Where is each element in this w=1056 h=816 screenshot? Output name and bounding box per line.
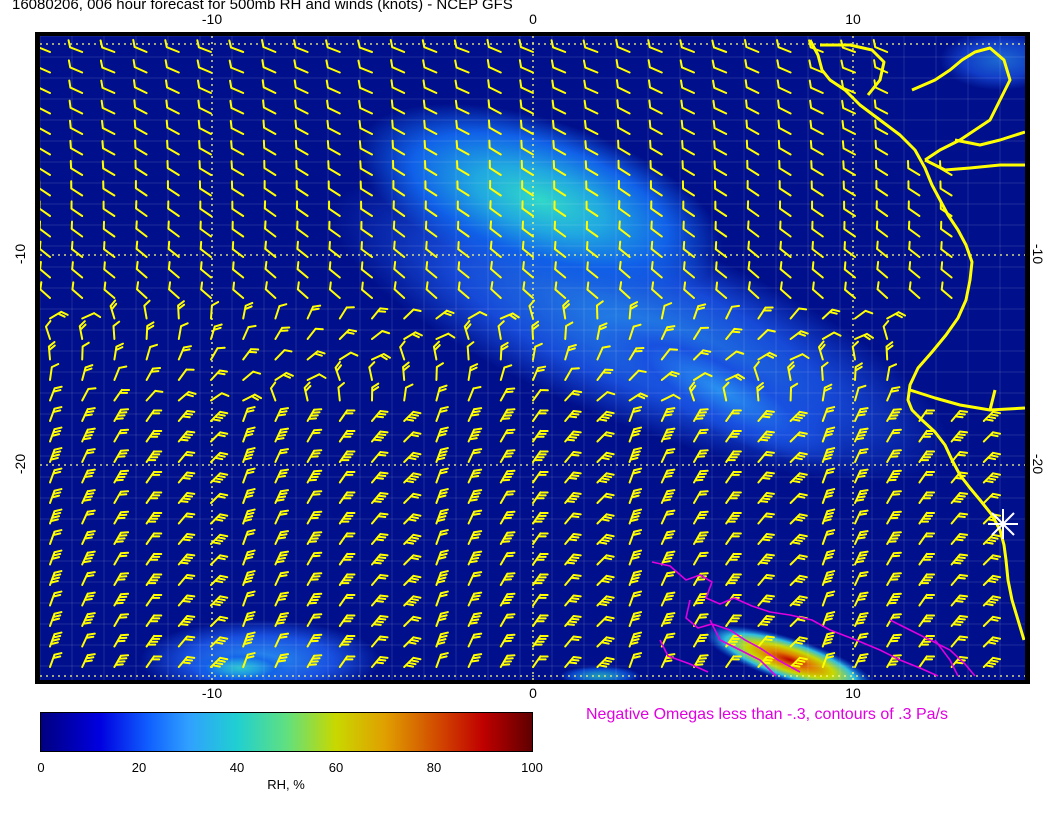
lon-tick-bottom-3: 10 — [845, 685, 861, 701]
lat-tick-right-2: -20 — [1030, 453, 1047, 475]
omega-note: Negative Omegas less than -.3, contours … — [586, 706, 948, 723]
lat-tick-right-1: -10 — [1030, 243, 1047, 265]
lat-tick-left-1: -10 — [12, 243, 29, 265]
lat-tick-left-2: -20 — [12, 453, 29, 475]
lon-tick-bottom-2: 0 — [529, 685, 537, 701]
colorbar-label-20: 20 — [131, 760, 147, 775]
lon-tick-top-1: -10 — [201, 11, 223, 27]
colorbar-label-60: 60 — [328, 760, 344, 775]
lon-tick-top-3: 10 — [845, 11, 861, 27]
colorbar-title: RH, % — [267, 777, 305, 792]
colorbar-label-80: 80 — [426, 760, 442, 775]
lon-tick-bottom-1: -10 — [201, 685, 223, 701]
rh-colorbar — [40, 712, 533, 752]
weather-map — [35, 32, 1030, 684]
colorbar-label-40: 40 — [229, 760, 245, 775]
colorbar-label-0: 0 — [37, 760, 45, 775]
lon-tick-top-2: 0 — [529, 11, 537, 27]
location-star-icon — [988, 509, 1018, 539]
colorbar-label-100: 100 — [521, 760, 543, 775]
